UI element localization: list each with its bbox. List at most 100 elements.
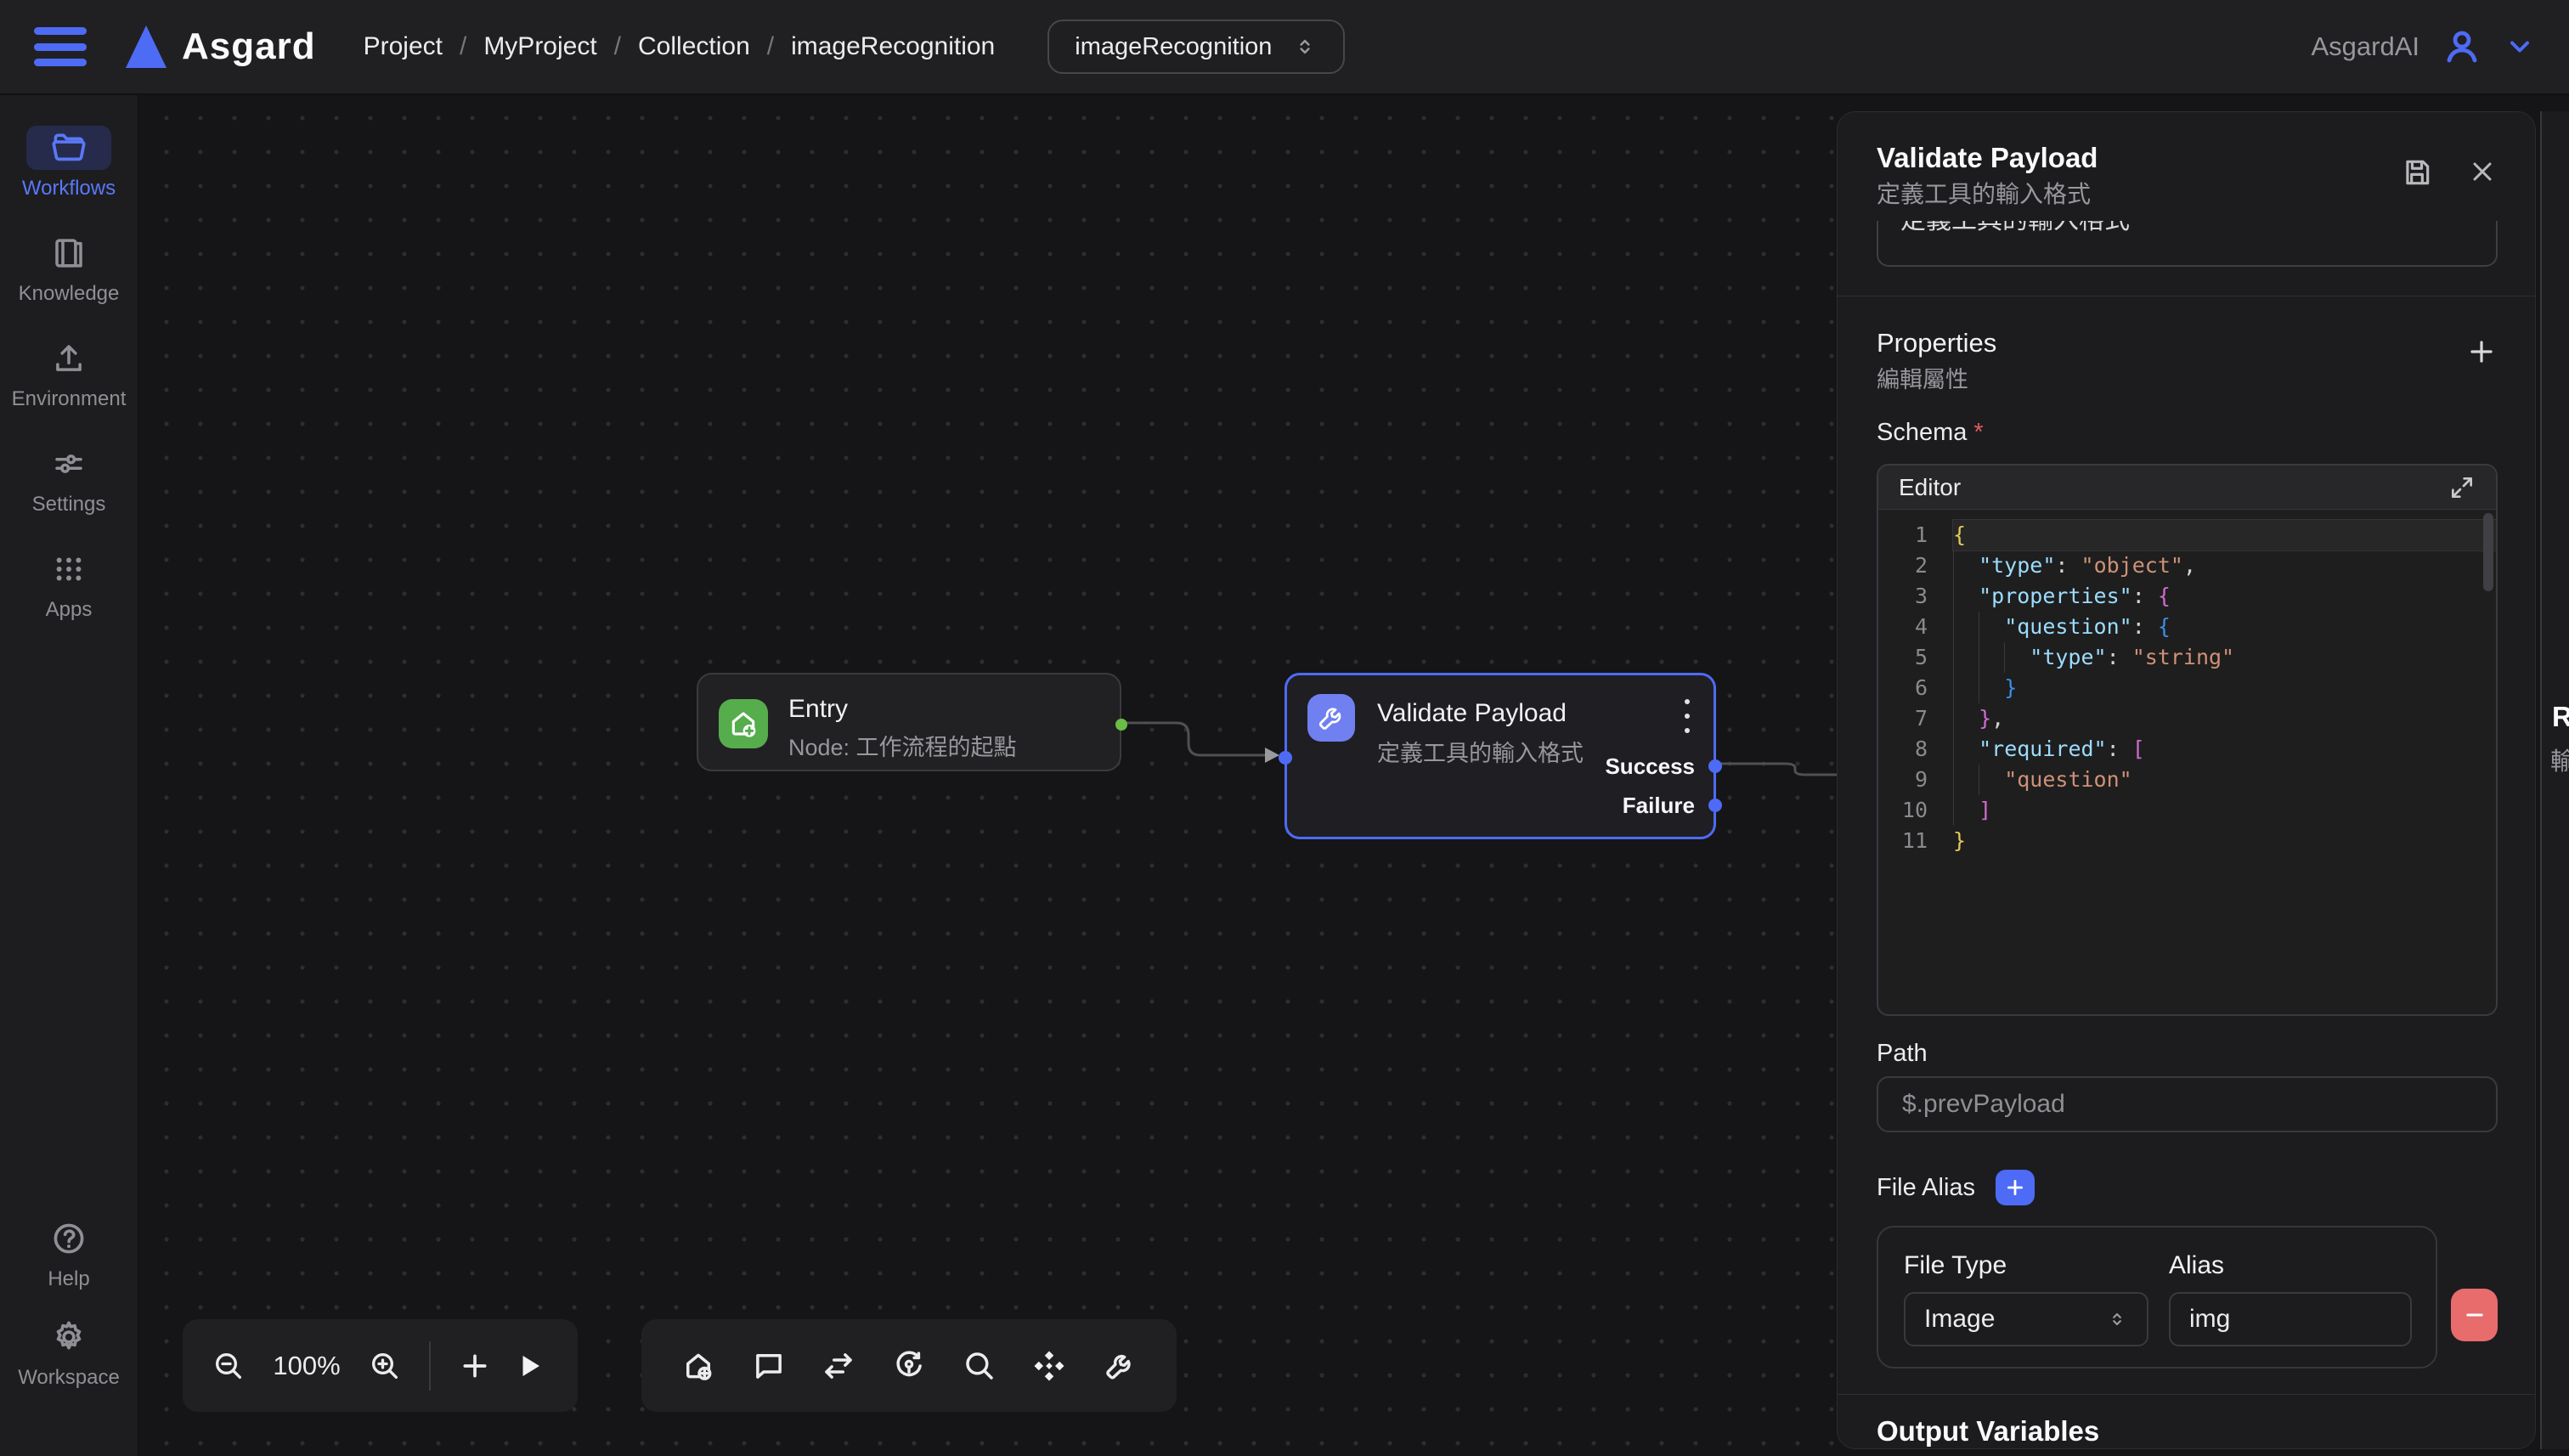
add-file-alias-button[interactable] bbox=[1996, 1170, 2035, 1205]
logo-text: Asgard bbox=[182, 25, 316, 68]
gear-icon bbox=[50, 1318, 88, 1356]
close-icon[interactable] bbox=[2467, 156, 2498, 187]
code-line: 11} bbox=[1878, 826, 2496, 856]
app-logo[interactable]: Asgard bbox=[126, 25, 316, 68]
fit-view-button[interactable] bbox=[1031, 1348, 1067, 1384]
breadcrumb-myproject[interactable]: MyProject bbox=[483, 32, 596, 61]
divider bbox=[1838, 1394, 2535, 1395]
chevron-down-icon[interactable] bbox=[2504, 31, 2535, 62]
top-navbar: Asgard Project / MyProject / Collection … bbox=[0, 0, 2569, 95]
schema-editor[interactable]: Editor 1{2"type": "object",3"properties"… bbox=[1877, 464, 2498, 1016]
success-port[interactable] bbox=[1708, 759, 1722, 773]
comment-button[interactable] bbox=[751, 1348, 787, 1384]
tools-button[interactable] bbox=[1102, 1348, 1138, 1384]
expand-icon[interactable] bbox=[2448, 474, 2476, 501]
sidebar-item-label: Environment bbox=[12, 387, 127, 411]
node-title: Validate Payload bbox=[1377, 699, 1567, 728]
sidebar-item-label: Workspace bbox=[18, 1366, 120, 1390]
panel-subtitle: 定義工具的輸入格式 bbox=[1877, 180, 2098, 209]
grid-icon bbox=[51, 551, 87, 587]
code-area[interactable]: 1{2"type": "object",3"properties": {4"qu… bbox=[1878, 510, 2496, 856]
logo-triangle-icon bbox=[126, 25, 167, 68]
node-entry[interactable]: Entry Node: 工作流程的起點 bbox=[697, 673, 1121, 771]
user-avatar-icon[interactable] bbox=[2442, 26, 2482, 67]
panel-title: Validate Payload bbox=[1877, 141, 2098, 175]
path-input[interactable]: $.prevPayload bbox=[1877, 1076, 2498, 1132]
sliders-icon bbox=[51, 446, 87, 482]
file-alias-card: File Type Image Alias img bbox=[1877, 1226, 2437, 1369]
sidebar-item-label: Workflows bbox=[22, 177, 116, 200]
breadcrumb-collection[interactable]: Collection bbox=[638, 32, 750, 61]
sidebar-item-label: Apps bbox=[46, 598, 93, 622]
code-line: 5"type": "string" bbox=[1878, 642, 2496, 673]
output-variables-heading: Output Variables bbox=[1877, 1415, 2498, 1448]
editor-label: Editor bbox=[1899, 474, 1961, 501]
node-menu-icon[interactable] bbox=[1685, 699, 1691, 733]
code-line: 8"required": [ bbox=[1878, 734, 2496, 765]
sliver-title-fragment: R bbox=[2552, 701, 2569, 733]
file-type-select[interactable]: Image bbox=[1904, 1292, 2148, 1346]
output-port[interactable] bbox=[1115, 719, 1127, 731]
sidebar-item-help[interactable]: Help bbox=[18, 1216, 120, 1291]
sidebar-item-environment[interactable]: Environment bbox=[12, 336, 127, 411]
left-sidebar: Workflows Knowledge Environment Settings… bbox=[0, 95, 138, 1456]
sidebar-item-label: Settings bbox=[32, 493, 106, 516]
sidebar-item-workflows[interactable]: Workflows bbox=[22, 126, 116, 200]
output-label-success: Success bbox=[1605, 753, 1695, 780]
house-plus-icon bbox=[719, 699, 768, 748]
editor-scrollbar[interactable] bbox=[2483, 513, 2493, 591]
sidebar-item-workspace[interactable]: Workspace bbox=[18, 1315, 120, 1390]
alias-input[interactable]: img bbox=[2169, 1292, 2412, 1346]
code-line: 9"question" bbox=[1878, 765, 2496, 795]
required-marker: * bbox=[1973, 419, 1983, 446]
edge-arrowhead-icon bbox=[1265, 748, 1279, 763]
chevron-updown-icon bbox=[2106, 1308, 2128, 1330]
zoom-in-button[interactable] bbox=[368, 1349, 402, 1383]
workflow-canvas[interactable]: Entry Node: 工作流程的起點 Validate Payload 定義工… bbox=[138, 95, 2569, 1456]
zoom-level: 100% bbox=[268, 1351, 346, 1381]
code-line: 1{ bbox=[1878, 520, 2496, 550]
chevron-updown-icon bbox=[1292, 34, 1318, 59]
user-label: AsgardAI bbox=[2311, 31, 2419, 62]
schema-label: Schema* bbox=[1877, 419, 2498, 447]
sidebar-item-apps[interactable]: Apps bbox=[26, 547, 111, 622]
upload-icon bbox=[51, 341, 87, 376]
input-port[interactable] bbox=[1279, 751, 1292, 765]
sidebar-item-knowledge[interactable]: Knowledge bbox=[19, 231, 120, 306]
workflow-selector-value: imageRecognition bbox=[1075, 33, 1272, 61]
workflow-selector[interactable]: imageRecognition bbox=[1047, 20, 1345, 74]
breadcrumb-current[interactable]: imageRecognition bbox=[791, 32, 995, 61]
node-tools-toolbar bbox=[641, 1319, 1177, 1412]
save-icon[interactable] bbox=[2401, 156, 2433, 189]
failure-port[interactable] bbox=[1708, 799, 1722, 812]
search-button[interactable] bbox=[962, 1348, 997, 1384]
file-alias-label: File Alias bbox=[1877, 1174, 1975, 1202]
run-workflow-button[interactable] bbox=[514, 1351, 545, 1381]
code-line: 6} bbox=[1878, 673, 2496, 703]
breadcrumb: Project / MyProject / Collection / image… bbox=[364, 32, 996, 61]
sliver-subtitle-fragment: 輸 bbox=[2550, 742, 2569, 777]
name-field-clipped[interactable]: 定義工具的輸入格式 bbox=[1877, 221, 2498, 267]
breadcrumb-project[interactable]: Project bbox=[364, 32, 443, 61]
zoom-out-button[interactable] bbox=[212, 1349, 246, 1383]
swap-connection-button[interactable] bbox=[821, 1348, 856, 1384]
alias-label: Alias bbox=[2169, 1251, 2412, 1280]
folder-icon bbox=[50, 129, 88, 166]
add-node-button[interactable] bbox=[458, 1349, 492, 1383]
menu-icon[interactable] bbox=[34, 27, 87, 66]
iterate-node-button[interactable] bbox=[891, 1348, 927, 1384]
file-type-label: File Type bbox=[1904, 1251, 2148, 1280]
code-line: 3"properties": { bbox=[1878, 581, 2496, 612]
add-property-icon[interactable] bbox=[2465, 336, 2498, 368]
sidebar-item-label: Knowledge bbox=[19, 282, 120, 306]
sidebar-item-settings[interactable]: Settings bbox=[26, 442, 111, 516]
code-line: 7}, bbox=[1878, 703, 2496, 734]
code-line: 4"question": { bbox=[1878, 612, 2496, 642]
code-line: 2"type": "object", bbox=[1878, 550, 2496, 581]
remove-file-alias-button[interactable] bbox=[2451, 1289, 2498, 1341]
add-entry-node-button[interactable] bbox=[680, 1348, 716, 1384]
node-validate-payload[interactable]: Validate Payload 定義工具的輸入格式 Success Failu… bbox=[1284, 673, 1716, 839]
book-icon bbox=[51, 235, 87, 271]
node-subtitle: Node: 工作流程的起點 bbox=[788, 729, 1017, 762]
node-config-panel: Validate Payload 定義工具的輸入格式 定義工具的輸入格式 Pro… bbox=[1837, 111, 2536, 1449]
